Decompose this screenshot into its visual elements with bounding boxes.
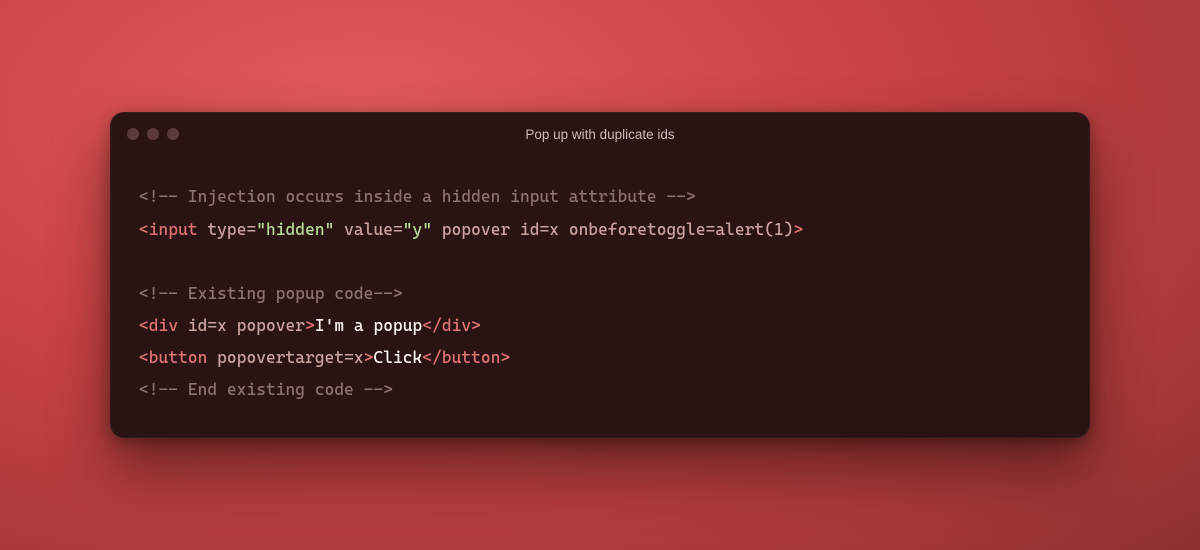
code-token: <	[139, 316, 149, 335]
code-line: <!-- Existing popup code-->	[139, 278, 1061, 310]
code-token: <!-- Injection occurs inside a hidden in…	[139, 187, 696, 206]
code-token: >	[471, 316, 481, 335]
titlebar: Pop up with duplicate ids	[111, 113, 1089, 155]
code-token: "y"	[403, 220, 432, 239]
code-token: <!-- End existing code -->	[139, 380, 393, 399]
code-token: Click	[373, 348, 422, 367]
code-token: button	[442, 348, 501, 367]
code-token: type=	[198, 220, 257, 239]
code-line: <!-- End existing code -->	[139, 374, 1061, 406]
code-token: "hidden"	[256, 220, 334, 239]
code-block: <!-- Injection occurs inside a hidden in…	[111, 155, 1089, 436]
code-token: <	[139, 220, 149, 239]
code-line: <input type="hidden" value="y" popover i…	[139, 214, 1061, 246]
code-token: I'm a popup	[315, 316, 422, 335]
window-title: Pop up with duplicate ids	[111, 127, 1089, 142]
close-icon[interactable]	[127, 128, 139, 140]
code-token: </	[422, 316, 442, 335]
code-token: <	[139, 348, 149, 367]
code-token: >	[500, 348, 510, 367]
code-token: >	[794, 220, 804, 239]
code-line: <button popovertarget=x>Click</button>	[139, 342, 1061, 374]
code-token: button	[149, 348, 208, 367]
code-token: id=x popover	[178, 316, 305, 335]
code-window: Pop up with duplicate ids <!-- Injection…	[110, 112, 1090, 437]
code-token: <!-- Existing popup code-->	[139, 284, 403, 303]
maximize-icon[interactable]	[167, 128, 179, 140]
code-token: popover id=x onbeforetoggle=alert(1)	[432, 220, 793, 239]
minimize-icon[interactable]	[147, 128, 159, 140]
code-token: >	[364, 348, 374, 367]
code-line	[139, 246, 1061, 278]
code-token: </	[422, 348, 442, 367]
code-token: >	[305, 316, 315, 335]
code-token: div	[149, 316, 178, 335]
code-line: <!-- Injection occurs inside a hidden in…	[139, 181, 1061, 213]
code-token: popovertarget=x	[207, 348, 363, 367]
code-line: <div id=x popover>I'm a popup</div>	[139, 310, 1061, 342]
code-token: input	[149, 220, 198, 239]
code-token: value=	[334, 220, 402, 239]
traffic-lights	[127, 128, 179, 140]
code-token: div	[442, 316, 471, 335]
